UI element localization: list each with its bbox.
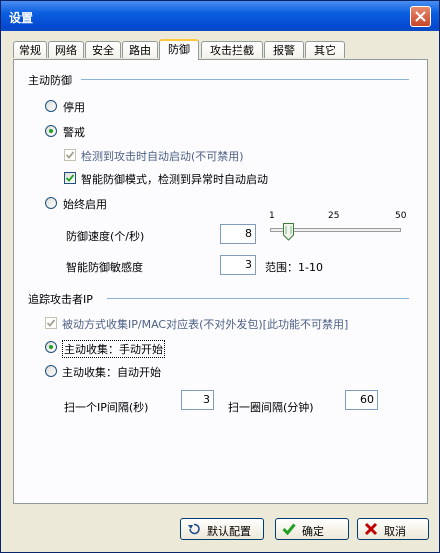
radio-alert-label: 警戒 <box>63 126 85 139</box>
tab-routing[interactable]: 路由 <box>122 41 158 58</box>
radio-off[interactable] <box>45 100 57 112</box>
cycle-interval-input[interactable]: 60 <box>345 390 378 410</box>
speed-slider-thumb[interactable] <box>283 223 294 241</box>
radio-always-label: 始终启用 <box>63 198 107 211</box>
checkmark-icon <box>65 174 75 182</box>
group-divider <box>81 79 409 80</box>
ip-interval-label: 扫一个IP间隔(秒) <box>64 401 149 414</box>
checkbox-auto-start[interactable] <box>64 149 76 161</box>
cycle-interval-label: 扫一圈间隔(分钟) <box>228 401 314 414</box>
title-bar[interactable]: 设置 <box>1 1 439 31</box>
radio-alert[interactable] <box>45 125 57 137</box>
tab-defense[interactable]: 防御 <box>159 39 199 60</box>
ip-interval-input[interactable]: 3 <box>181 390 214 410</box>
range-label: 范围：1-10 <box>265 261 323 274</box>
ok-button[interactable]: 确定 <box>275 518 349 540</box>
checkbox-passive-label: 被动方式收集IP/MAC对应表(不对外发包)[此功能不可禁用] <box>62 318 349 331</box>
sensitivity-label: 智能防御敏感度 <box>66 261 143 274</box>
slider-tick-min: 1 <box>269 211 275 221</box>
radio-off-label: 停用 <box>63 101 85 114</box>
undo-icon <box>188 523 200 535</box>
radio-auto[interactable] <box>45 365 57 377</box>
close-icon <box>415 11 426 22</box>
default-config-label: 默认配置 <box>207 525 251 538</box>
tab-attack-block[interactable]: 攻击拦截 <box>201 41 263 58</box>
tab-alarm[interactable]: 报警 <box>264 41 304 58</box>
active-defense-group: 主动防御 <box>28 72 72 88</box>
radio-always[interactable] <box>45 197 57 209</box>
group-divider <box>107 298 409 299</box>
checkbox-smart-mode[interactable] <box>64 172 76 184</box>
tab-general[interactable]: 常规 <box>13 41 47 58</box>
slider-tick-max: 50 <box>395 211 407 221</box>
checkbox-smart-mode-label: 智能防御模式，检测到异常时自动启动 <box>81 173 268 186</box>
radio-auto-label: 主动收集：自动开始 <box>62 366 161 379</box>
ok-label: 确定 <box>302 525 324 538</box>
settings-window: 设置 常规 网络 安全 路由 防御 攻击拦截 报警 其它 主动防御 停用 警戒 … <box>0 0 440 553</box>
radio-manual[interactable] <box>45 341 57 353</box>
slider-tick-mid: 25 <box>328 211 340 221</box>
x-icon <box>364 522 378 536</box>
default-config-button[interactable]: 默认配置 <box>180 518 264 540</box>
checkbox-passive[interactable] <box>45 317 57 329</box>
checkbox-auto-start-label: 检测到攻击时自动启动(不可禁用) <box>81 150 244 163</box>
tab-other[interactable]: 其它 <box>305 41 345 58</box>
checkmark-icon <box>65 151 75 159</box>
close-button[interactable] <box>410 6 431 27</box>
tracking-group-title: 追踪攻击者IP <box>28 293 93 306</box>
cancel-label: 取消 <box>384 525 406 538</box>
radio-manual-label: 主动收集：手动开始 <box>62 340 165 358</box>
tab-network[interactable]: 网络 <box>48 41 84 58</box>
checkmark-icon <box>282 523 296 536</box>
speed-label: 防御速度(个/秒) <box>66 230 145 243</box>
window-title: 设置 <box>9 11 34 25</box>
speed-input[interactable]: 8 <box>220 224 256 244</box>
active-defense-title: 主动防御 <box>28 74 72 87</box>
sensitivity-input[interactable]: 3 <box>220 255 256 275</box>
checkmark-icon <box>46 319 56 327</box>
cancel-button[interactable]: 取消 <box>357 518 429 540</box>
tab-security[interactable]: 安全 <box>85 41 121 58</box>
